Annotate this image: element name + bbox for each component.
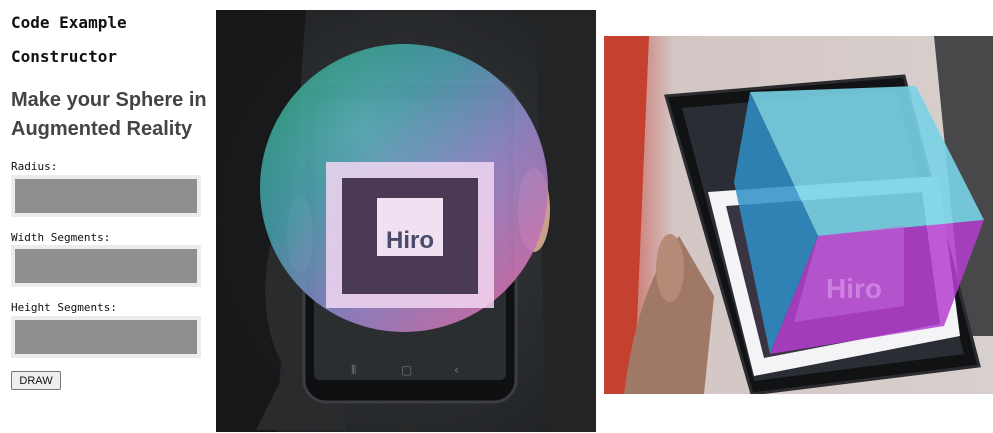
draw-button[interactable]: DRAW (11, 371, 61, 390)
cube-marker-text: Hiro (826, 273, 882, 304)
ar-sphere-illustration: Hiro ⦀ ▢ ‹ (216, 10, 596, 432)
svg-text:⦀: ⦀ (351, 363, 356, 377)
height-segments-label: Height Segments: (11, 301, 117, 314)
svg-text:‹: ‹ (454, 363, 459, 377)
ar-cube-photo: Hiro (604, 36, 993, 394)
page-heading: Make your Sphere in Augmented Reality (11, 89, 207, 140)
code-example-title: Code Example Constructor (11, 13, 127, 66)
constructor-sidebar: Code Example Constructor Make your Spher… (0, 0, 210, 433)
width-segments-input[interactable] (11, 245, 201, 287)
ar-cube-illustration: Hiro (604, 36, 993, 394)
svg-text:▢: ▢ (401, 363, 412, 377)
sphere-marker-text: Hiro (386, 227, 434, 254)
ar-sphere-photo: Hiro ⦀ ▢ ‹ (216, 10, 596, 432)
height-segments-input[interactable] (11, 316, 201, 358)
width-segments-label: Width Segments: (11, 231, 111, 244)
radius-input[interactable] (11, 175, 201, 217)
radius-label: Radius: (11, 160, 58, 173)
